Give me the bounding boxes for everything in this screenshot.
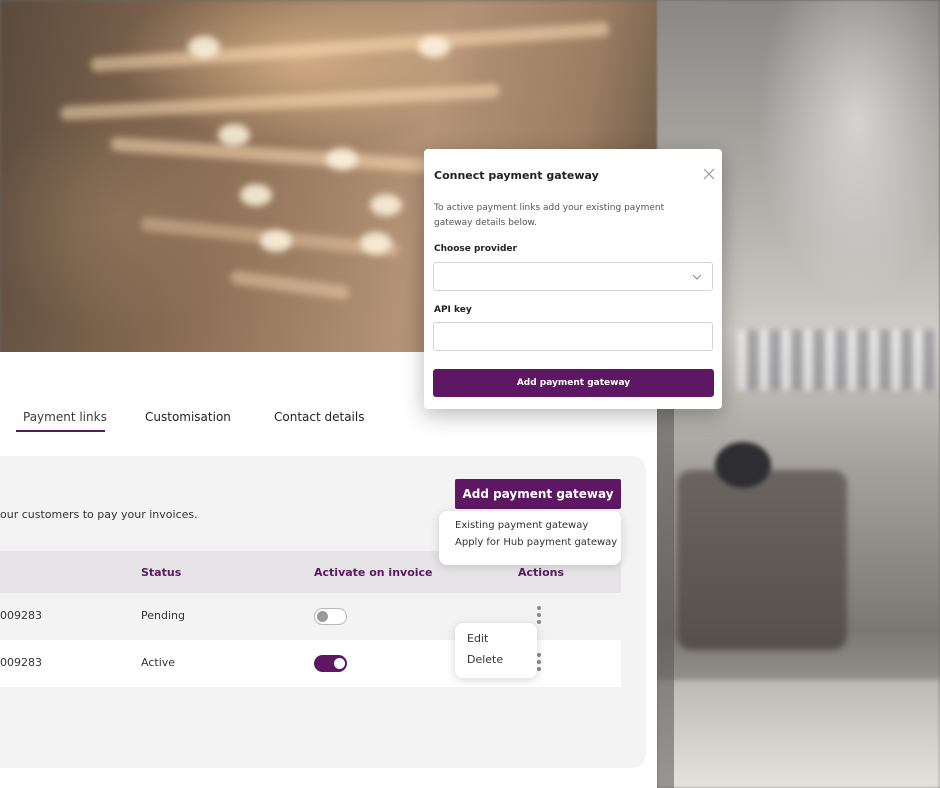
api-key-input[interactable]	[433, 322, 713, 351]
activate-toggle[interactable]	[314, 655, 347, 672]
close-icon[interactable]	[702, 167, 716, 181]
background-divider	[657, 352, 674, 788]
tab-customisation[interactable]: Customisation	[145, 410, 231, 424]
row-actions-menu: Edit Delete	[455, 623, 537, 678]
menu-item-edit[interactable]: Edit	[455, 632, 537, 653]
menu-item-delete[interactable]: Delete	[455, 653, 537, 674]
add-gateway-dropdown: Existing payment gateway Apply for Hub p…	[439, 511, 621, 565]
chevron-down-icon	[692, 274, 702, 280]
connect-gateway-modal: Connect payment gateway To active paymen…	[424, 149, 722, 409]
api-key-label: API key	[434, 305, 472, 315]
column-header-status[interactable]: Status	[141, 566, 181, 579]
tab-contact-details[interactable]: Contact details	[274, 410, 364, 424]
column-header-actions: Actions	[518, 566, 564, 579]
provider-select[interactable]	[433, 262, 713, 291]
modal-description: To active payment links add your existin…	[434, 203, 665, 228]
toggle-knob	[334, 658, 345, 669]
payment-settings-panel: Payment links Customisation Contact deta…	[0, 352, 657, 788]
row-status: Active	[141, 656, 176, 669]
row-id: 009283	[0, 609, 42, 622]
kebab-menu-icon[interactable]	[535, 606, 543, 628]
modal-title: Connect payment gateway	[434, 169, 599, 182]
activate-toggle[interactable]	[314, 608, 347, 625]
menu-item-existing-gateway[interactable]: Existing payment gateway	[439, 518, 621, 535]
row-id: 009283	[0, 656, 42, 669]
active-tab-indicator	[16, 430, 105, 432]
menu-item-apply-hub-gateway[interactable]: Apply for Hub payment gateway	[439, 535, 621, 552]
provider-label: Choose provider	[434, 244, 517, 254]
tab-payment-links[interactable]: Payment links	[23, 410, 107, 424]
modal-add-gateway-button[interactable]: Add payment gateway	[433, 369, 714, 397]
settings-tabs: Payment links Customisation Contact deta…	[0, 410, 657, 438]
add-payment-gateway-button[interactable]: Add payment gateway	[455, 479, 621, 509]
toggle-knob	[317, 611, 328, 622]
row-status: Pending	[141, 609, 185, 622]
payment-links-description: our customers to pay your invoices.	[0, 508, 198, 521]
column-header-activate[interactable]: Activate on invoice	[314, 566, 433, 579]
